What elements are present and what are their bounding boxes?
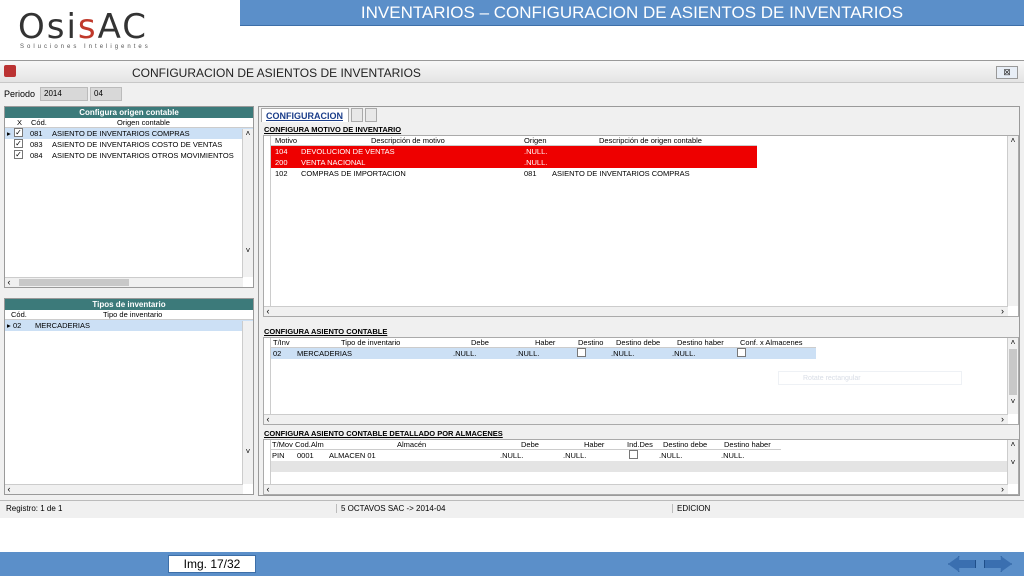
col-cod: Cód. [31,118,47,127]
origen-panel: Configura origen contable X Cód. Origen … [4,106,254,288]
status-bar: Registro: 1 de 1 5 OCTAVOS SAC -> 2014-0… [0,500,1024,516]
checkbox-checked[interactable]: ✓ [14,150,23,159]
asiento-grid: T/Inv Tipo de inventario Debe Haber Dest… [263,337,1019,425]
window-titlebar: CONFIGURACION DE ASIENTOS DE INVENTARIOS… [0,61,1024,83]
checkbox-checked[interactable]: ✓ [14,139,23,148]
logo-tagline: Soluciones Inteligentes [20,44,151,50]
ghost-menu-item: Rotate rectangular [778,371,962,385]
conf-almacenes-checkbox[interactable] [737,348,746,357]
motivo-row[interactable]: 200 VENTA NACIONAL .NULL. [271,157,757,168]
origen-hscroll[interactable]: ‹ [5,277,243,287]
almacen-hscroll[interactable]: ‹ › [264,484,1008,494]
destino-checkbox[interactable] [577,348,586,357]
window-title: CONFIGURACION DE ASIENTOS DE INVENTARIOS [132,66,421,80]
checkbox-checked[interactable]: ✓ [14,128,23,137]
tipos-hscroll[interactable]: ‹ [5,484,243,494]
tipos-row[interactable]: ▸ 02 MERCADERIAS [5,320,253,331]
company-logo: OsisAC Soluciones Inteligentes [18,10,178,50]
app-window: CONFIGURACION DE ASIENTOS DE INVENTARIOS… [0,60,1024,518]
slide-title: INVENTARIOS – CONFIGURACION DE ASIENTOS … [240,0,1024,26]
slide-counter: Img. 17/32 [168,555,256,573]
origen-row[interactable]: ✓ 083 ASIENTO DE INVENTARIOS COSTO DE VEN… [5,139,253,150]
almacen-row[interactable]: PIN 0001 ALMACEN 01 .NULL. .NULL. .NULL. .N… [271,450,781,461]
slide-footer-bar [0,552,1024,576]
almacen-grid: T/Mov Cod.Alm Almacén Debe Haber Ind.Des… [263,439,1019,495]
almacen-section-title: CONFIGURA ASIENTO CONTABLE DETALLADO POR… [264,429,503,438]
status-registro: Registro: 1 de 1 [6,504,63,513]
motivo-hscroll[interactable]: ‹ › [264,306,1008,316]
tipos-vscroll[interactable]: ˅ [242,321,253,484]
motivo-section-title: CONFIGURA MOTIVO DE INVENTARIO [264,125,402,134]
app-icon [4,65,16,77]
col-origen: Origen contable [117,118,170,127]
almacen-header: T/Mov Cod.Alm Almacén Debe Haber Ind.Des… [271,440,781,450]
tipos-panel-title: Tipos de inventario [5,299,253,310]
col-cod: Cód. [11,310,27,319]
config-area: CONFIGURACION CONFIGURA MOTIVO DE INVENT… [258,106,1020,496]
motivo-header: Motivo Descripción de motivo Origen Desc… [271,136,757,146]
asiento-header: T/Inv Tipo de inventario Debe Haber Dest… [271,338,816,348]
origen-vscroll[interactable]: ˄ ˅ [242,129,253,277]
col-x: X [17,118,23,127]
col-tipo: Tipo de inventario [103,310,163,319]
tab-configuracion[interactable]: CONFIGURACION [261,108,349,122]
motivo-grid: Motivo Descripción de motivo Origen Desc… [263,135,1019,317]
origen-row[interactable]: ✓ 084 ASIENTO DE INVENTARIOS OTROS MOVIMI… [5,150,253,161]
status-modo: EDICION [672,504,710,513]
motivo-row[interactable]: 102 COMPRAS DE IMPORTACION 081 ASIENTO DE I… [271,168,757,179]
origen-header: X Cód. Origen contable [5,118,253,128]
close-button[interactable]: ⊠ [996,66,1018,79]
ind-des-checkbox[interactable] [629,450,638,459]
tab-3[interactable] [365,108,377,122]
origen-panel-title: Configura origen contable [5,107,253,118]
periodo-year-field[interactable]: 2014 [40,87,88,101]
tipos-panel: Tipos de inventario Cód. Tipo de inventa… [4,298,254,495]
motivo-vscroll[interactable]: ˄ [1007,136,1018,306]
motivo-row[interactable]: 104 DEVOLUCION DE VENTAS .NULL. [271,146,757,157]
status-empresa: 5 OCTAVOS SAC -> 2014-04 [336,504,445,513]
almacen-vscroll[interactable]: ˄ ˅ [1007,440,1018,484]
periodo-month-field[interactable]: 04 [90,87,122,101]
asiento-vscroll[interactable]: ˄ ˅ [1007,338,1018,414]
asiento-hscroll[interactable]: ‹ › [264,414,1008,424]
asiento-section-title: CONFIGURA ASIENTO CONTABLE [264,327,388,336]
periodo-label: Periodo [4,89,36,99]
tab-2[interactable] [351,108,363,122]
origen-row[interactable]: ▸ ✓ 081 ASIENTO DE INVENTARIOS COMPRAS [5,128,253,139]
asiento-row[interactable]: 02 MERCADERIAS .NULL. .NULL. .NULL. .NULL. [271,348,816,359]
tipos-header: Cód. Tipo de inventario [5,310,253,320]
